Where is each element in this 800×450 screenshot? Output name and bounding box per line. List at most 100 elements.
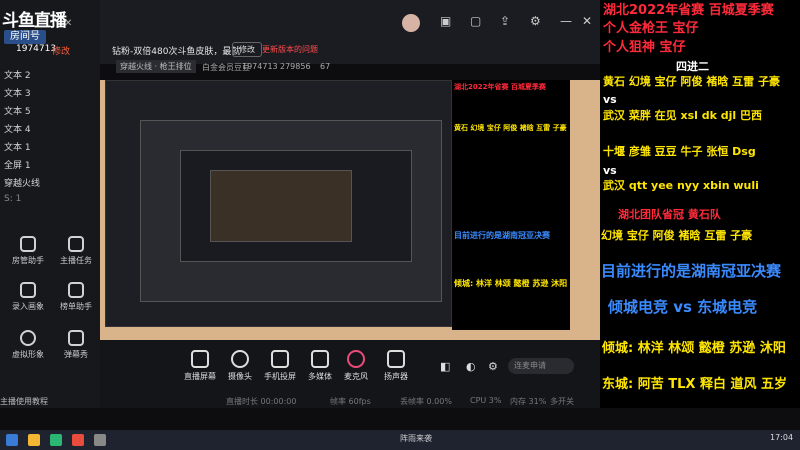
scene-item[interactable]: 文本 2 <box>4 68 31 82</box>
media-icon <box>311 350 329 368</box>
record-button[interactable]: 录入画象 <box>6 282 50 316</box>
close-icon[interactable]: ✕ <box>64 18 78 30</box>
grid-label: 主播任务 <box>60 256 92 265</box>
room-badge: 房间号 <box>4 30 46 44</box>
stream-title: 钻粉-双倍480次斗鱼皮肤，最就 <box>112 47 241 57</box>
camera-icon <box>231 350 249 368</box>
scene-item[interactable]: 全屏 1 <box>4 158 31 172</box>
task-icon <box>68 236 84 252</box>
scene-item[interactable]: 文本 3 <box>4 86 31 100</box>
lock-icon[interactable]: ▢ <box>470 14 481 28</box>
bottom-label: 直播屏幕 <box>184 372 216 381</box>
folder-icon[interactable] <box>28 434 40 446</box>
link-mic-input[interactable]: 连麦申请 <box>508 358 574 374</box>
status-bar: 直播时长 00:00:00 帧率 60fps 丢帧率 0.00% CPU 3% … <box>100 394 600 408</box>
edit-title-button[interactable]: 修改 <box>232 42 262 57</box>
download-icon <box>20 282 36 298</box>
speaker-button[interactable]: 扬声器 <box>372 350 420 382</box>
bottom-label: 手机投屏 <box>264 372 296 381</box>
chart-icon <box>68 282 84 298</box>
scene-item[interactable]: 文本 4 <box>4 122 31 136</box>
room-edit-link[interactable]: 修改 <box>52 44 70 57</box>
grid-label: 虚拟形象 <box>12 350 44 359</box>
room-id-small: 1974713 <box>242 62 278 71</box>
warning-text[interactable]: 更新版本的问题 <box>262 44 318 55</box>
grid-label: 弹幕秀 <box>64 350 88 359</box>
bullet-icon <box>68 330 84 346</box>
overlay-champion-title: 湖北团队省冠 黄石队 <box>618 208 721 221</box>
overlay-team2: 武汉 菜胖 在见 xsl dk djl 巴西 <box>603 109 762 122</box>
status-drop: 丢帧率 0.00% <box>400 397 452 406</box>
status-cpu: CPU 3% <box>470 396 502 405</box>
overlay-vs1: vs <box>603 93 617 106</box>
overlay-sniper: 个人狙神 宝仔 <box>603 40 686 55</box>
scene-item[interactable]: 文本 5 <box>4 104 31 118</box>
status-multi: 多开关 <box>550 397 574 406</box>
avatar[interactable] <box>402 14 420 32</box>
category-tag[interactable]: 穿越火线 · 枪王排位 <box>116 60 196 73</box>
browser-icon[interactable] <box>50 434 62 446</box>
nested-overlay-current: 目前进行的是湖南冠亚决赛 <box>454 231 550 240</box>
status-fps: 帧率 60fps <box>330 397 371 406</box>
room-manager-button[interactable]: 房管助手 <box>6 236 50 270</box>
scene-item[interactable]: 穿越火线 <box>4 176 40 190</box>
fans-count: 67 <box>320 62 331 71</box>
bottom-label: 摄像头 <box>228 372 252 381</box>
settings-icon[interactable]: ⚙ <box>530 14 541 28</box>
people-icon <box>20 236 36 252</box>
bottom-label: 麦克风 <box>344 372 368 381</box>
overlay-roster2: 东城: 阿苦 TLX 释白 道风 五岁 <box>602 377 788 392</box>
video-icon[interactable]: ◧ <box>440 360 450 373</box>
overlay-roster1: 倾城: 林洋 林颂 懿橙 苏逊 沐阳 <box>602 341 786 356</box>
nested-overlay-roster1: 倾城: 林洋 林颂 懿橙 苏逊 沐阳 <box>454 279 568 288</box>
phone-icon <box>271 350 289 368</box>
screen-icon <box>191 350 209 368</box>
status-duration: 直播时长 00:00:00 <box>226 397 297 406</box>
share-icon[interactable]: ⇪ <box>500 14 510 28</box>
scene-count: S: 1 <box>4 194 22 204</box>
overlay-team3: 十堰 彦雏 豆豆 牛子 张恒 Dsg <box>603 145 756 158</box>
nested-overlay <box>452 80 570 330</box>
grid-label: 榜单助手 <box>60 302 92 311</box>
nested-overlay-team1: 黄石 幻境 宝仔 阿俊 褚晗 互雷 子豪 <box>454 124 567 132</box>
clock: 17:04 <box>770 433 794 442</box>
app-icon[interactable] <box>72 434 84 446</box>
microphone-icon <box>347 350 365 368</box>
overlay-team1: 黄石 幻境 宝仔 阿俊 褚晗 互雷 子豪 <box>603 75 780 88</box>
avatar-button[interactable]: 虚拟形象 <box>6 330 50 364</box>
settings-icon[interactable]: ⚙ <box>488 360 498 373</box>
ranking-button[interactable]: 榜单助手 <box>54 282 98 316</box>
minimize-icon[interactable]: — <box>560 14 572 28</box>
overlay-title: 湖北2022年省赛 百城夏季赛 <box>603 3 774 18</box>
tasks-button[interactable]: 主播任务 <box>54 236 98 270</box>
overlay-vs2: vs <box>603 164 617 177</box>
overlay-champion-players: 幻境 宝仔 阿俊 褚晗 互雷 子豪 <box>601 229 753 242</box>
grid-label: 录入画象 <box>12 302 44 311</box>
overlay-team4: 武汉 qtt yee nyy xbin wuli <box>603 179 759 192</box>
nested-overlay-title: 湖北2022年省赛 百城夏季赛 <box>454 83 546 91</box>
bottom-label: 扬声器 <box>384 372 408 381</box>
danmaku-button[interactable]: 弹幕秀 <box>54 330 98 364</box>
hot-count: 279856 <box>280 62 311 71</box>
weather-text: 阵雨来袭 <box>400 434 432 443</box>
overlay-gold-gun: 个人金枪王 宝仔 <box>603 21 699 36</box>
app-sidebar: 斗鱼直播 ✕ 房间号 1974713 修改 文本 2 文本 3 文本 5 文本 … <box>0 0 100 408</box>
bottom-label: 多媒体 <box>308 372 332 381</box>
nested-window-4 <box>210 170 352 242</box>
speaker-icon <box>387 350 405 368</box>
grid-label: 房管助手 <box>12 256 44 265</box>
overlay-match: 倾城电竞 vs 东城电竞 <box>608 298 758 316</box>
close-window-icon[interactable]: ✕ <box>582 14 592 28</box>
room-id: 1974713 <box>16 44 57 54</box>
start-icon[interactable] <box>6 434 18 446</box>
pause-icon[interactable]: ◐ <box>466 360 476 373</box>
overlay-current: 目前进行的是湖南冠亚决赛 <box>601 262 782 280</box>
gift-icon[interactable]: ▣ <box>440 14 451 28</box>
scene-item[interactable]: 文本 1 <box>4 140 31 154</box>
overlay-round: 四进二 <box>676 60 709 73</box>
screen: 斗鱼直播 ✕ 房间号 1974713 修改 文本 2 文本 3 文本 5 文本 … <box>0 0 800 450</box>
app-icon[interactable] <box>94 434 106 446</box>
user-icon <box>20 330 36 346</box>
help-link[interactable]: 主播使用教程 <box>0 396 100 407</box>
status-mem: 内存 31% <box>510 397 547 406</box>
